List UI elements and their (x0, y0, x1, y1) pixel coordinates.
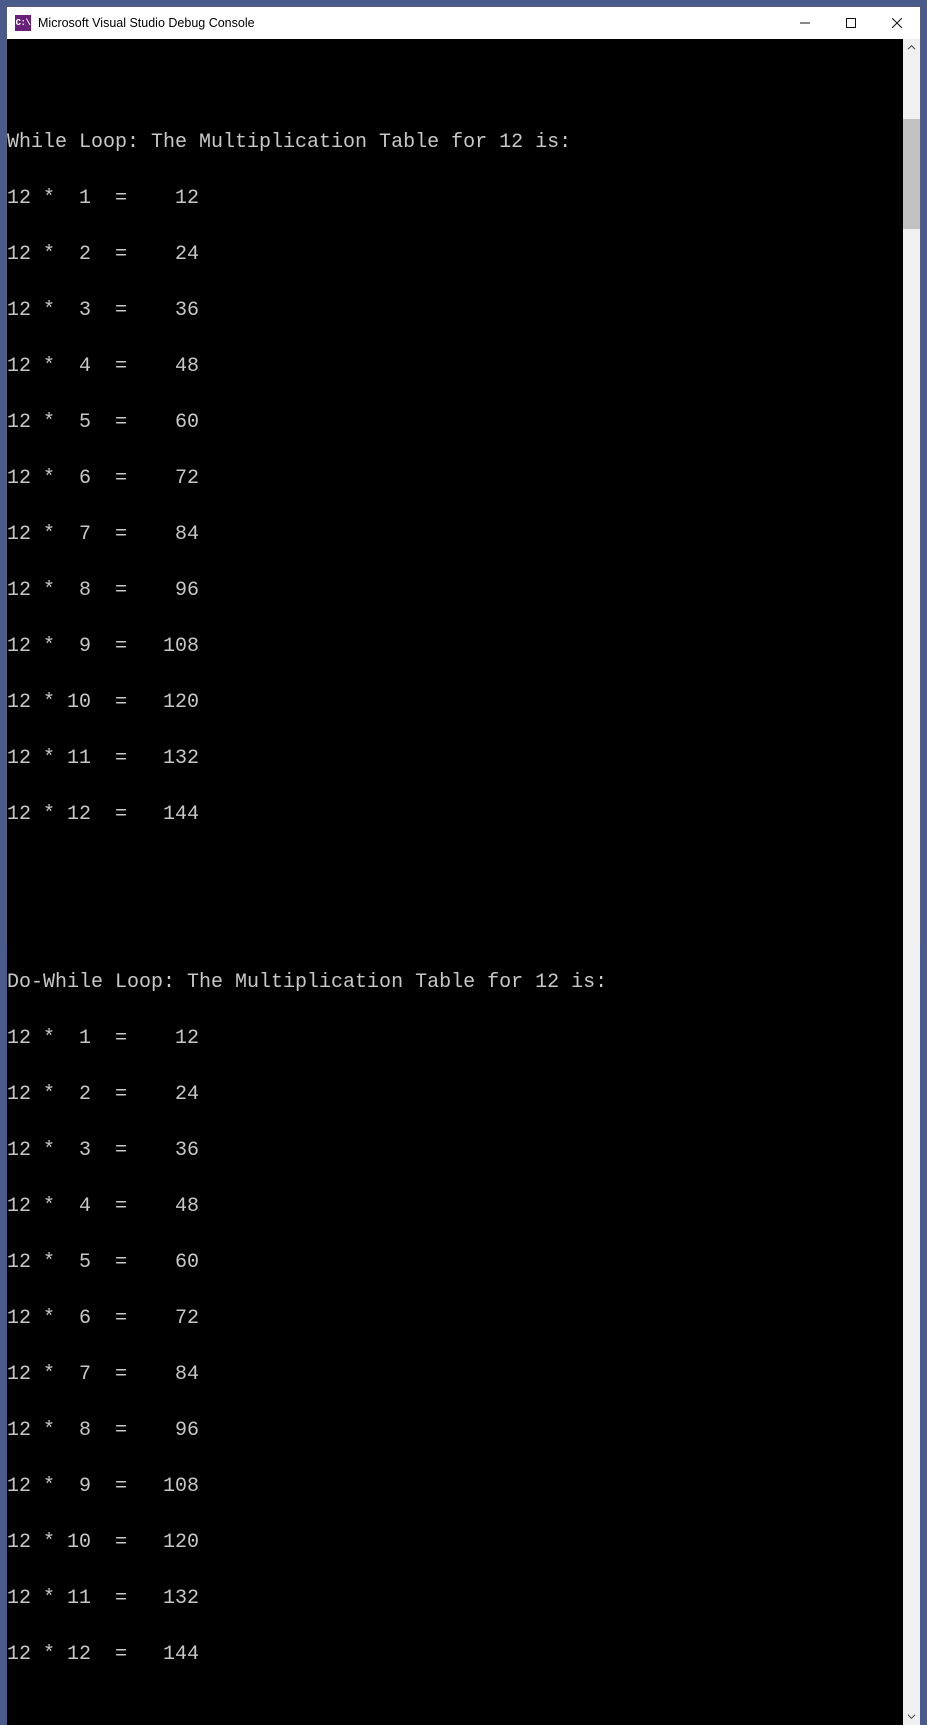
output-line: 12 * 6 = 72 (7, 1305, 903, 1333)
output-line: 12 * 11 = 132 (7, 1585, 903, 1613)
output-line: 12 * 4 = 48 (7, 1193, 903, 1221)
output-line: 12 * 3 = 36 (7, 1137, 903, 1165)
scroll-up-button[interactable] (903, 39, 920, 56)
titlebar[interactable]: C:\ Microsoft Visual Studio Debug Consol… (7, 7, 920, 39)
output-line: 12 * 8 = 96 (7, 577, 903, 605)
output-line: 12 * 12 = 144 (7, 801, 903, 829)
section-header: While Loop: The Multiplication Table for… (7, 129, 903, 157)
console-output[interactable]: While Loop: The Multiplication Table for… (7, 39, 903, 1725)
output-line: 12 * 7 = 84 (7, 1361, 903, 1389)
scrollbar-thumb[interactable] (903, 119, 920, 229)
scroll-down-button[interactable] (903, 1708, 920, 1725)
output-line: 12 * 12 = 144 (7, 1641, 903, 1669)
output-line: 12 * 11 = 132 (7, 745, 903, 773)
output-line: 12 * 9 = 108 (7, 1473, 903, 1501)
output-line: 12 * 4 = 48 (7, 353, 903, 381)
output-line: 12 * 9 = 108 (7, 633, 903, 661)
vertical-scrollbar[interactable] (903, 39, 920, 1725)
minimize-icon (800, 18, 810, 28)
app-icon: C:\ (15, 15, 31, 31)
output-line: 12 * 1 = 12 (7, 185, 903, 213)
output-line: 12 * 6 = 72 (7, 465, 903, 493)
console-window: C:\ Microsoft Visual Studio Debug Consol… (6, 6, 921, 945)
maximize-icon (846, 18, 856, 28)
minimize-button[interactable] (782, 7, 828, 39)
output-line: 12 * 10 = 120 (7, 689, 903, 717)
output-line: 12 * 5 = 60 (7, 409, 903, 437)
chevron-up-icon (907, 43, 916, 52)
blank-line (7, 913, 903, 941)
chevron-down-icon (907, 1712, 916, 1721)
close-icon (892, 18, 902, 28)
close-button[interactable] (874, 7, 920, 39)
window-title: Microsoft Visual Studio Debug Console (38, 16, 255, 30)
blank-line (7, 73, 903, 101)
output-line: 12 * 2 = 24 (7, 241, 903, 269)
output-line: 12 * 7 = 84 (7, 521, 903, 549)
client-area: While Loop: The Multiplication Table for… (7, 39, 920, 1725)
output-line: 12 * 3 = 36 (7, 297, 903, 325)
output-line: 12 * 10 = 120 (7, 1529, 903, 1557)
section-header: Do-While Loop: The Multiplication Table … (7, 969, 903, 997)
blank-line (7, 857, 903, 885)
output-line: 12 * 1 = 12 (7, 1025, 903, 1053)
maximize-button[interactable] (828, 7, 874, 39)
output-line: 12 * 8 = 96 (7, 1417, 903, 1445)
output-line: 12 * 5 = 60 (7, 1249, 903, 1277)
output-line: 12 * 2 = 24 (7, 1081, 903, 1109)
